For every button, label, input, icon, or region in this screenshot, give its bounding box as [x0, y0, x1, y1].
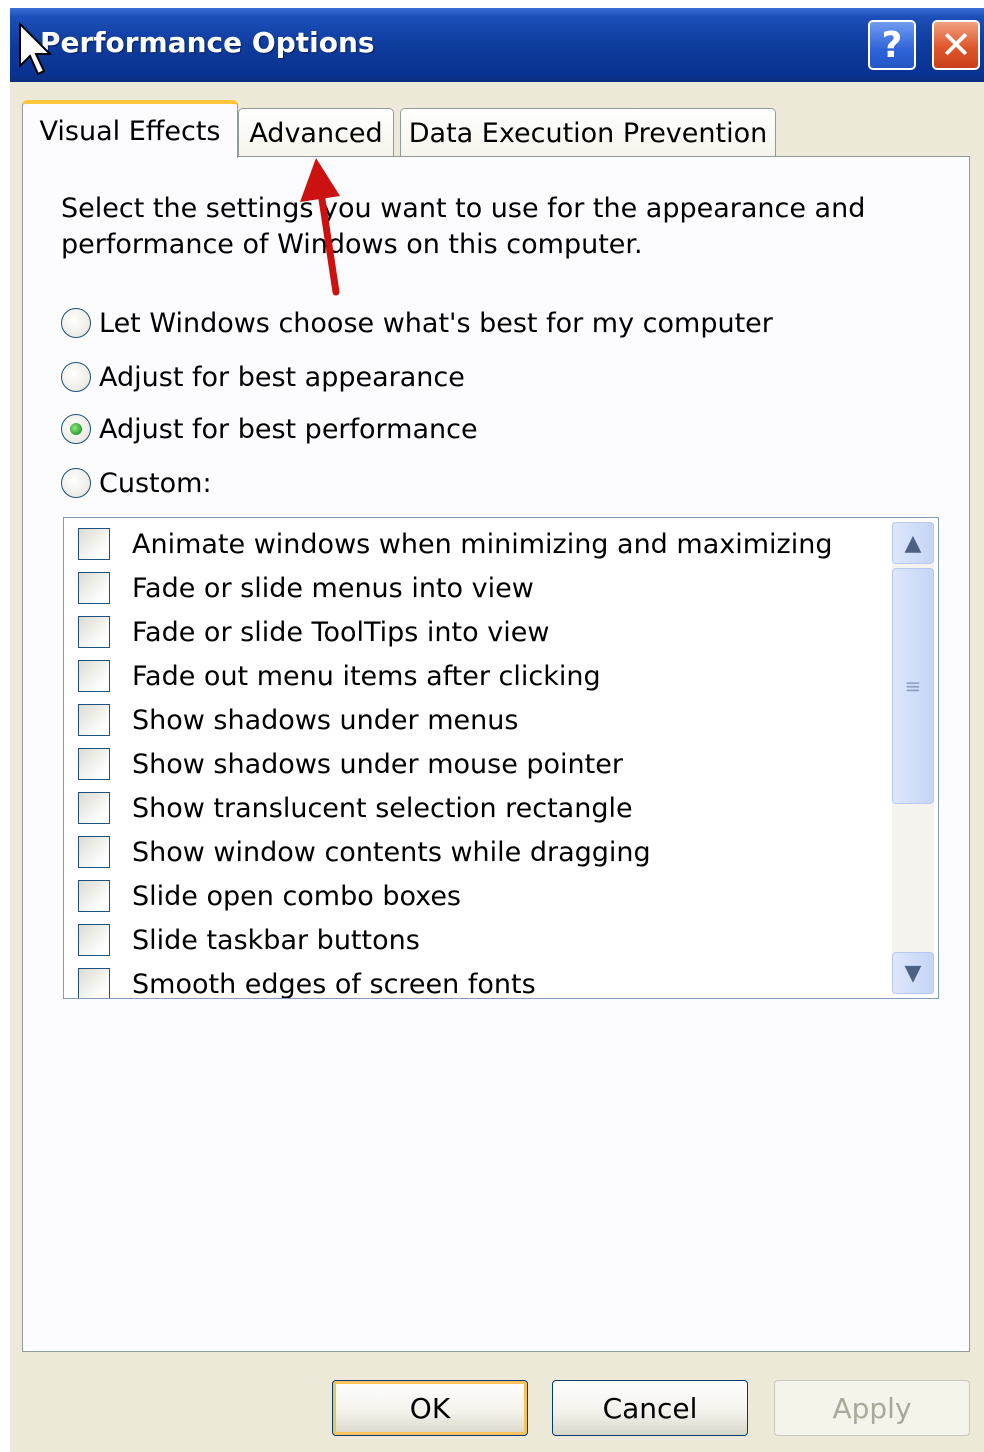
- scroll-thumb[interactable]: ≡: [892, 568, 934, 804]
- checkbox[interactable]: [78, 968, 110, 998]
- effect-label: Show window contents while dragging: [132, 836, 651, 868]
- list-item[interactable]: Show shadows under menus: [78, 700, 518, 740]
- effect-label: Slide taskbar buttons: [132, 924, 420, 956]
- instructions-text: Select the settings you want to use for …: [61, 191, 901, 263]
- list-item[interactable]: Fade out menu items after clicking: [78, 656, 601, 696]
- list-item[interactable]: Show window contents while dragging: [78, 832, 651, 872]
- list-item[interactable]: Fade or slide menus into view: [78, 568, 534, 608]
- scroll-down-button[interactable]: ▼: [892, 952, 934, 994]
- effect-label: Show shadows under menus: [132, 704, 519, 736]
- list-item[interactable]: Smooth edges of screen fonts: [78, 964, 536, 999]
- ok-button[interactable]: OK: [332, 1380, 528, 1436]
- effect-label: Animate windows when minimizing and maxi…: [132, 528, 833, 560]
- checkbox[interactable]: [78, 660, 110, 692]
- checkbox[interactable]: [78, 748, 110, 780]
- instructions-line-1: Select the settings you want to use for …: [61, 193, 866, 224]
- chevron-up-icon: ▲: [904, 530, 922, 556]
- radio-label: Custom:: [99, 467, 212, 499]
- effect-label: Fade out menu items after clicking: [132, 660, 601, 692]
- effect-label: Fade or slide menus into view: [132, 572, 534, 604]
- list-item[interactable]: Animate windows when minimizing and maxi…: [78, 524, 832, 564]
- checkbox[interactable]: [78, 924, 110, 956]
- checkbox[interactable]: [78, 792, 110, 824]
- list-item[interactable]: Slide taskbar buttons: [78, 920, 420, 960]
- radio-let-windows-choose[interactable]: Let Windows choose what's best for my co…: [61, 303, 773, 343]
- tab-data-execution-prevention[interactable]: Data Execution Prevention: [400, 108, 776, 158]
- checkbox[interactable]: [78, 704, 110, 736]
- effect-label: Smooth edges of screen fonts: [132, 968, 536, 999]
- mouse-cursor-icon: [19, 22, 53, 76]
- list-item[interactable]: Slide open combo boxes: [78, 876, 461, 916]
- radio-label: Adjust for best performance: [99, 413, 478, 445]
- visual-effects-panel: Select the settings you want to use for …: [22, 156, 970, 1352]
- effects-list[interactable]: Animate windows when minimizing and maxi…: [63, 517, 939, 999]
- close-button[interactable]: ✕: [932, 20, 980, 70]
- radio-label: Adjust for best appearance: [99, 361, 465, 393]
- help-button[interactable]: ?: [868, 20, 916, 70]
- effect-label: Show shadows under mouse pointer: [132, 748, 623, 780]
- tab-advanced[interactable]: Advanced: [238, 108, 394, 158]
- checkbox[interactable]: [78, 528, 110, 560]
- radio-button[interactable]: [61, 468, 91, 498]
- instructions-line-2: performance of Windows on this computer.: [61, 229, 643, 260]
- checkbox[interactable]: [78, 880, 110, 912]
- effect-label: Slide open combo boxes: [132, 880, 461, 912]
- red-annotation-arrow-icon: [300, 158, 340, 296]
- tab-visual-effects[interactable]: Visual Effects: [22, 100, 238, 158]
- list-item[interactable]: Fade or slide ToolTips into view: [78, 612, 549, 652]
- radio-best-appearance[interactable]: Adjust for best appearance: [61, 357, 465, 397]
- title-bar[interactable]: Performance Options ? ✕: [10, 8, 984, 82]
- list-item[interactable]: Show translucent selection rectangle: [78, 788, 633, 828]
- apply-button[interactable]: Apply: [774, 1380, 970, 1436]
- grip-icon: ≡: [904, 674, 922, 698]
- checkbox[interactable]: [78, 572, 110, 604]
- radio-label: Let Windows choose what's best for my co…: [99, 307, 773, 339]
- radio-custom[interactable]: Custom:: [61, 463, 212, 503]
- performance-options-window: Performance Options ? ✕ Visual Effects A…: [10, 8, 984, 1452]
- radio-button[interactable]: [61, 308, 91, 338]
- list-item[interactable]: Show shadows under mouse pointer: [78, 744, 623, 784]
- window-title: Performance Options: [40, 26, 375, 59]
- radio-best-performance[interactable]: Adjust for best performance: [61, 409, 478, 449]
- cancel-button[interactable]: Cancel: [552, 1380, 748, 1436]
- checkbox[interactable]: [78, 616, 110, 648]
- radio-button-selected[interactable]: [61, 414, 91, 444]
- checkbox[interactable]: [78, 836, 110, 868]
- radio-button[interactable]: [61, 362, 91, 392]
- effect-label: Show translucent selection rectangle: [132, 792, 633, 824]
- chevron-down-icon: ▼: [904, 960, 922, 986]
- effect-label: Fade or slide ToolTips into view: [132, 616, 550, 648]
- scroll-up-button[interactable]: ▲: [892, 522, 934, 564]
- vertical-scrollbar[interactable]: ▲ ≡ ▼: [892, 522, 934, 994]
